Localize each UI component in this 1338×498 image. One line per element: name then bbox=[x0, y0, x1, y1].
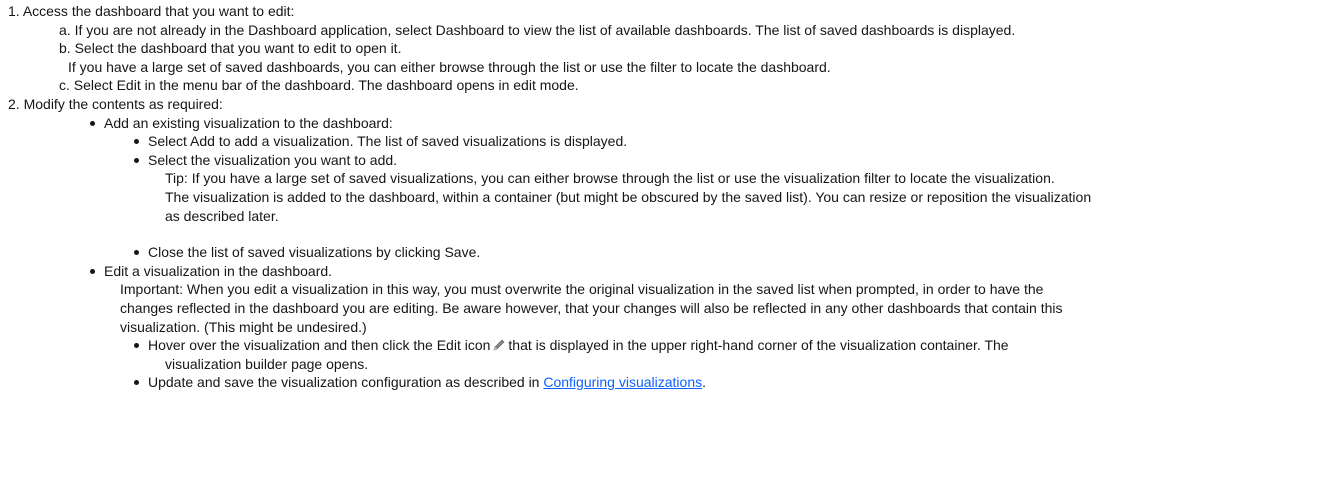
result-text-line2: as described later. bbox=[165, 207, 279, 224]
step-number: 1. bbox=[8, 3, 20, 19]
tip-text: Tip: If you have a large set of saved vi… bbox=[165, 170, 1055, 187]
bullet-icon bbox=[90, 268, 95, 274]
list-item-text: Select the visualization you want to add… bbox=[148, 151, 398, 168]
important-line2: changes reflected in the dashboard you a… bbox=[120, 299, 1063, 316]
step-text: Access the dashboard that you want to ed… bbox=[22, 3, 295, 19]
list-item: Hover over the visualization and then cl… bbox=[0, 336, 1338, 355]
bullet-icon bbox=[134, 343, 139, 349]
step-1: 1. Access the dashboard that you want to… bbox=[0, 2, 1338, 21]
step-text: Modify the contents as required: bbox=[23, 95, 223, 112]
list-item-text: Update and save the visualization config… bbox=[148, 374, 540, 391]
instructions: 1. Access the dashboard that you want to… bbox=[0, 0, 1338, 392]
list-item: Select the visualization you want to add… bbox=[0, 151, 1338, 170]
pencil-icon bbox=[493, 339, 505, 351]
list-item-text: Edit a visualization in the dashboard. bbox=[104, 262, 333, 279]
bullet-icon bbox=[134, 157, 139, 163]
list-item-line2: visualization builder page opens. bbox=[165, 355, 369, 372]
bullet-icon bbox=[134, 250, 139, 256]
bullet-icon bbox=[90, 120, 95, 126]
bullet-icon bbox=[134, 380, 139, 386]
important-line3: visualization. (This might be undesired.… bbox=[120, 318, 367, 335]
list-item-text-cont: that is displayed in the upper right-han… bbox=[508, 337, 1009, 354]
substep-b-note: If you have a large set of saved dashboa… bbox=[68, 58, 831, 75]
substep-b: b. Select the dashboard that you want to… bbox=[0, 39, 1338, 58]
list-item-text: Hover over the visualization and then cl… bbox=[148, 337, 491, 354]
step-2: 2. Modify the contents as required: bbox=[0, 95, 1338, 114]
configuring-visualizations-link[interactable]: Configuring visualizations bbox=[543, 374, 702, 390]
list-item: Edit a visualization in the dashboard. bbox=[0, 262, 1338, 281]
list-item: Select Add to add a visualization. The l… bbox=[0, 132, 1338, 151]
substep-text: Select Edit in the menu bar of the dashb… bbox=[73, 77, 579, 94]
result-text-line1: The visualization is added to the dashbo… bbox=[165, 188, 1092, 205]
step-number: 2. bbox=[8, 95, 20, 112]
list-item-text: Close the list of saved visualizations b… bbox=[148, 244, 481, 261]
list-item: Add an existing visualization to the das… bbox=[0, 114, 1338, 133]
substep-marker: c. bbox=[59, 77, 70, 94]
list-item: Close the list of saved visualizations b… bbox=[0, 243, 1338, 262]
substep-marker: a. bbox=[59, 21, 71, 38]
substep-text: Select the dashboard that you want to ed… bbox=[74, 40, 402, 57]
list-item-text: Select Add to add a visualization. The l… bbox=[148, 133, 628, 150]
list-item-text: Add an existing visualization to the das… bbox=[104, 114, 393, 131]
substep-c: c. Select Edit in the menu bar of the da… bbox=[0, 76, 1338, 95]
substep-marker: b. bbox=[59, 40, 71, 57]
substep-a: a. If you are not already in the Dashboa… bbox=[0, 21, 1338, 40]
bullet-icon bbox=[134, 139, 139, 145]
list-item-period: . bbox=[702, 374, 707, 391]
important-line1: Important: When you edit a visualization… bbox=[120, 281, 1044, 298]
substep-text: If you are not already in the Dashboard … bbox=[74, 21, 1016, 38]
list-item: Update and save the visualization config… bbox=[0, 373, 1338, 392]
